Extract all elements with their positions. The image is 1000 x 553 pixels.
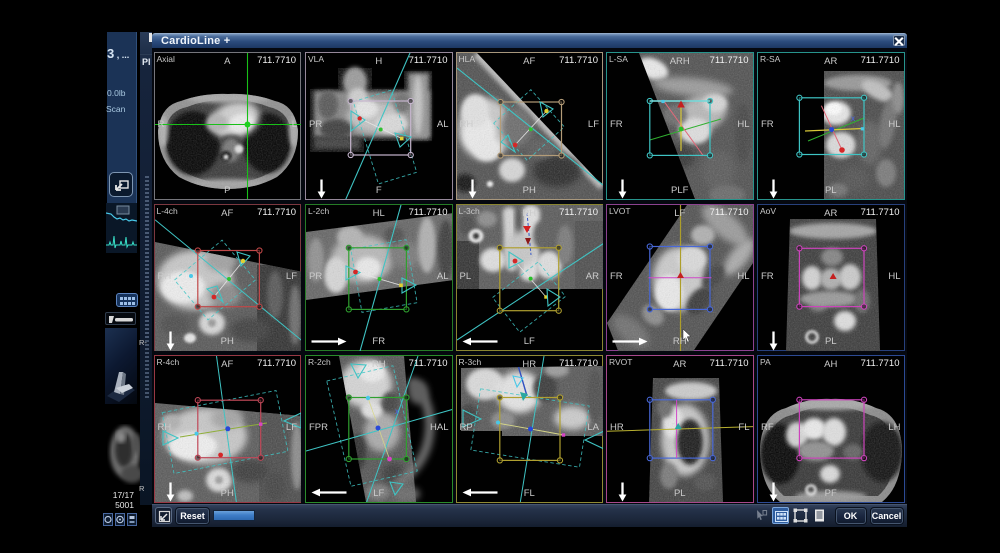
- svg-text:x: x: [851, 114, 855, 123]
- svg-text:x: x: [395, 407, 399, 416]
